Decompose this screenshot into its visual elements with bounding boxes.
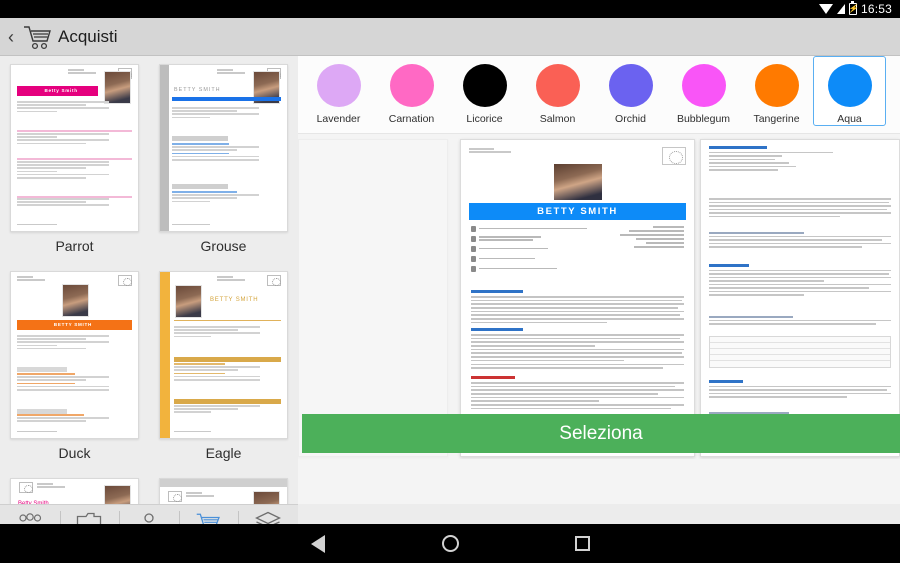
select-button-label: Seleziona bbox=[559, 422, 643, 444]
template-item-eagle[interactable]: BETTY SMITH Eagle bbox=[149, 263, 298, 470]
document-name: BETTY SMITH bbox=[537, 206, 618, 217]
color-swatch-licorice[interactable]: Licorice bbox=[448, 56, 521, 126]
color-swatch-tangerine[interactable]: Tangerine bbox=[740, 56, 813, 126]
template-label: Duck bbox=[58, 445, 91, 461]
color-label: Orchid bbox=[615, 113, 646, 125]
color-label: Carnation bbox=[388, 113, 435, 125]
detail-panel: Lavender Carnation Licorice Salmon Orchi… bbox=[298, 56, 900, 504]
color-swatch-grape[interactable]: Grape bbox=[886, 56, 900, 126]
color-label: Salmon bbox=[539, 113, 576, 125]
template-item-6[interactable]: BETTY SMITH bbox=[149, 470, 298, 504]
template-thumbnail[interactable]: BETTY SMITH bbox=[159, 478, 288, 504]
eu-logo-icon bbox=[662, 147, 686, 165]
color-swatch-orchid[interactable]: Orchid bbox=[594, 56, 667, 126]
color-dot bbox=[754, 64, 799, 107]
document-preview[interactable]: BETTY SMITH Seleziona bbox=[298, 134, 900, 459]
wifi-icon bbox=[818, 4, 833, 14]
shopping-cart-icon bbox=[22, 24, 52, 50]
status-bar: ⚡ 16:53 bbox=[0, 0, 900, 18]
color-dot bbox=[608, 64, 653, 107]
app-title-bar: ‹ Acquisti bbox=[0, 18, 900, 56]
color-swatch-lavender[interactable]: Lavender bbox=[302, 56, 375, 126]
color-dot bbox=[316, 64, 361, 107]
template-item-5[interactable]: Betty Smith bbox=[0, 470, 149, 504]
color-label: Aqua bbox=[837, 113, 862, 125]
avatar bbox=[61, 284, 89, 317]
eu-logo-icon bbox=[267, 275, 281, 286]
page-title: Acquisti bbox=[58, 26, 118, 46]
eu-logo-icon bbox=[168, 491, 182, 502]
signal-icon bbox=[836, 4, 845, 14]
preview-page-1[interactable]: BETTY SMITH bbox=[460, 139, 695, 457]
color-swatch-aqua[interactable]: Aqua bbox=[813, 56, 886, 126]
template-grid: Betty Smith Parrot BETTY SMITH Grouse BE… bbox=[0, 56, 298, 504]
template-thumbnail[interactable]: Betty Smith bbox=[10, 478, 139, 504]
color-dot bbox=[389, 64, 434, 107]
avatar bbox=[175, 285, 202, 318]
back-button[interactable]: ‹ bbox=[6, 28, 16, 46]
color-swatch-salmon[interactable]: Salmon bbox=[521, 56, 594, 126]
color-label: Tangerine bbox=[753, 113, 800, 125]
avatar bbox=[104, 485, 131, 504]
select-button[interactable]: Seleziona bbox=[302, 414, 900, 453]
template-label: Eagle bbox=[205, 445, 242, 461]
template-label: Grouse bbox=[200, 238, 247, 254]
color-dot bbox=[535, 64, 580, 107]
color-swatch-carnation[interactable]: Carnation bbox=[375, 56, 448, 126]
template-thumbnail[interactable]: BETTY SMITH bbox=[10, 271, 139, 439]
android-nav-bar[interactable] bbox=[0, 524, 900, 563]
template-item-parrot[interactable]: Betty Smith Parrot bbox=[0, 56, 149, 263]
color-dot bbox=[827, 64, 872, 107]
template-thumbnail[interactable]: BETTY SMITH bbox=[159, 64, 288, 232]
avatar bbox=[554, 164, 602, 200]
home-icon bbox=[441, 535, 459, 552]
template-list-sidebar[interactable]: Betty Smith Parrot BETTY SMITH Grouse BE… bbox=[0, 56, 298, 504]
preview-page-2[interactable] bbox=[700, 139, 900, 457]
template-item-grouse[interactable]: BETTY SMITH Grouse bbox=[149, 56, 298, 263]
color-dot bbox=[681, 64, 726, 107]
status-bar-time: 16:53 bbox=[860, 2, 892, 16]
color-label: Lavender bbox=[316, 113, 361, 125]
template-item-duck[interactable]: BETTY SMITH Duck bbox=[0, 263, 149, 470]
eu-logo-icon bbox=[118, 275, 132, 286]
template-thumbnail[interactable]: BETTY SMITH bbox=[159, 271, 288, 439]
avatar bbox=[104, 71, 131, 104]
recents-icon bbox=[574, 536, 590, 551]
battery-charging-icon: ⚡ bbox=[847, 1, 858, 15]
color-label: Licorice bbox=[466, 113, 503, 125]
template-thumbnail[interactable]: Betty Smith bbox=[10, 64, 139, 232]
eu-logo-icon bbox=[19, 482, 33, 493]
document-name-banner: BETTY SMITH bbox=[469, 203, 686, 220]
color-swatch-bubblegum[interactable]: Bubblegum bbox=[667, 56, 740, 126]
back-icon bbox=[311, 534, 325, 553]
color-label: Bubblegum bbox=[676, 113, 731, 125]
nav-back-button[interactable] bbox=[296, 524, 340, 563]
nav-home-button[interactable] bbox=[428, 524, 472, 563]
template-label: Parrot bbox=[55, 238, 94, 254]
nav-recents-button[interactable] bbox=[560, 524, 604, 563]
preview-page-previous[interactable] bbox=[298, 139, 448, 457]
color-dot bbox=[462, 64, 507, 107]
app-screen: ⚡ 16:53 ‹ Acquisti Betty Smith Parrot BE… bbox=[0, 0, 900, 563]
avatar bbox=[253, 491, 280, 504]
color-picker[interactable]: Lavender Carnation Licorice Salmon Orchi… bbox=[298, 56, 900, 134]
